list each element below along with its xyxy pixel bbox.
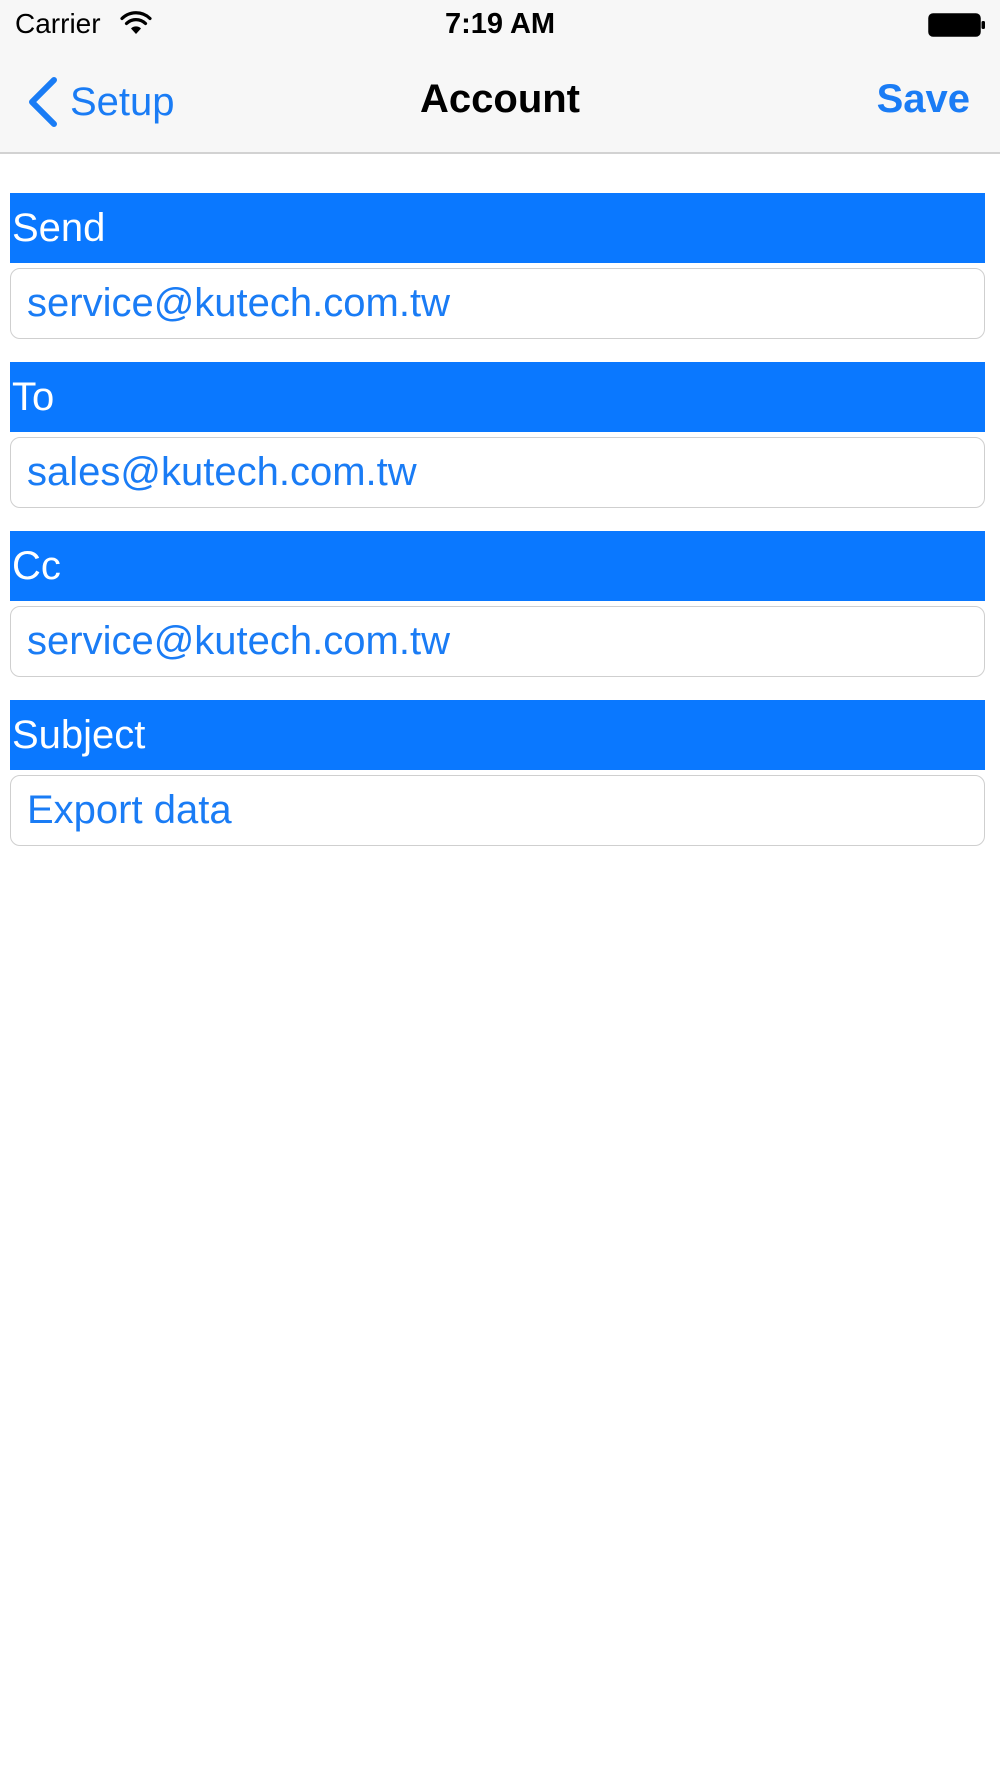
navigation-bar: Setup Account Save	[0, 50, 1000, 154]
top-bar: Carrier 7:19 AM Setup Account Save	[0, 0, 1000, 154]
to-section-header: To	[10, 362, 985, 432]
subject-section-header: Subject	[10, 700, 985, 770]
to-group: To sales@kutech.com.tw	[10, 362, 985, 508]
status-time: 7:19 AM	[444, 8, 556, 40]
subject-field[interactable]: Export data	[10, 775, 985, 846]
send-group: Send service@kutech.com.tw	[10, 193, 985, 339]
send-section-header: Send	[10, 193, 985, 263]
battery-icon	[928, 13, 985, 37]
to-field[interactable]: sales@kutech.com.tw	[10, 437, 985, 508]
cc-field[interactable]: service@kutech.com.tw	[10, 606, 985, 677]
save-button[interactable]: Save	[877, 77, 970, 122]
account-form: Send service@kutech.com.tw To sales@kute…	[10, 193, 985, 869]
cc-group: Cc service@kutech.com.tw	[10, 531, 985, 677]
send-field[interactable]: service@kutech.com.tw	[10, 268, 985, 339]
page-title: Account	[420, 77, 580, 121]
status-bar: Carrier 7:19 AM	[0, 0, 1000, 50]
cc-section-header: Cc	[10, 531, 985, 601]
subject-group: Subject Export data	[10, 700, 985, 846]
